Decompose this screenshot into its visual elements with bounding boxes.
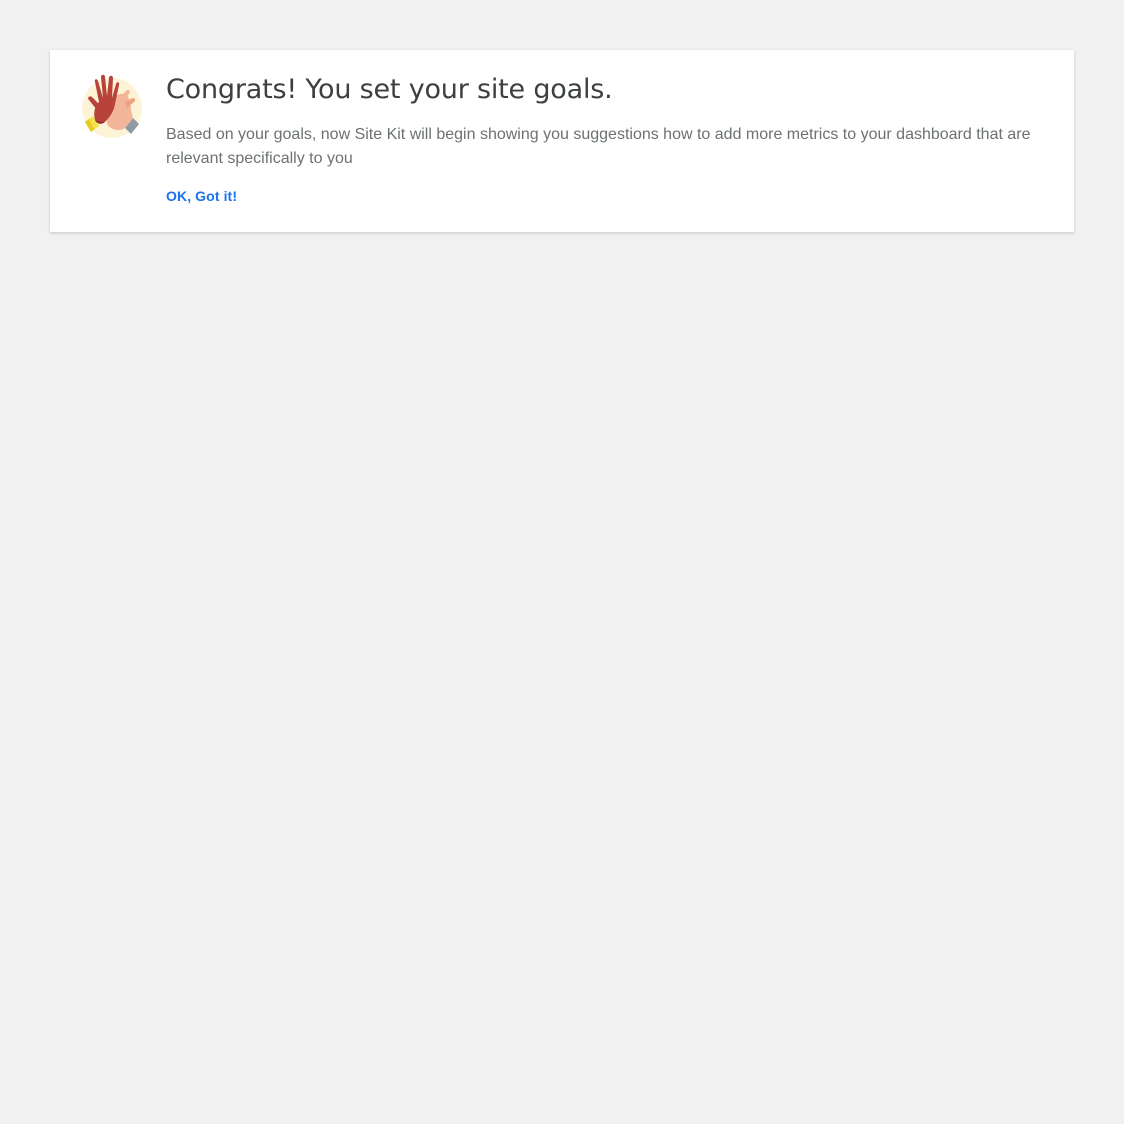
high-five-icon (81, 72, 143, 140)
notice-description: Based on your goals, now Site Kit will b… (166, 126, 1031, 167)
ok-got-it-button[interactable]: OK, Got it! (166, 188, 237, 204)
notice-title: Congrats! You set your site goals. (166, 74, 613, 105)
notice-card: Congrats! You set your site goals. Based… (50, 50, 1074, 232)
